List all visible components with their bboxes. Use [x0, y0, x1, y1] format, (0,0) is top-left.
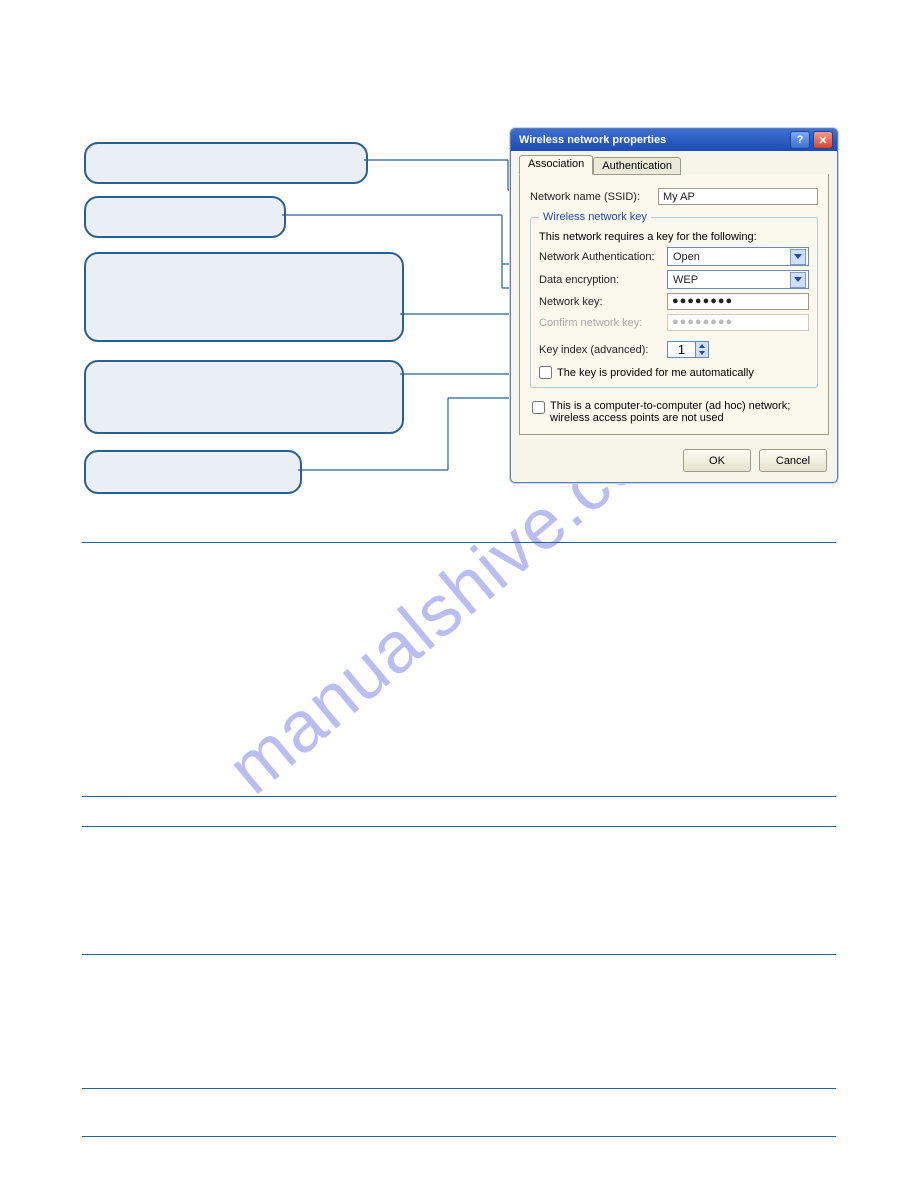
- keyindex-label: Key index (advanced):: [539, 344, 661, 356]
- wkey-legend: Wireless network key: [539, 211, 651, 223]
- key-label: Network key:: [539, 296, 661, 308]
- enc-value: WEP: [673, 274, 698, 286]
- wireless-key-group: Wireless network key This network requir…: [530, 211, 818, 388]
- tab-association[interactable]: Association: [519, 155, 593, 175]
- tab-panel-association: Network name (SSID): Wireless network ke…: [519, 174, 829, 435]
- autokey-checkbox-row: The key is provided for me automatically: [539, 366, 809, 379]
- chevron-down-icon: [790, 272, 806, 288]
- rule-3: [82, 826, 836, 827]
- confirm-label: Confirm network key:: [539, 317, 661, 329]
- key-value: ●●●●●●●●: [672, 295, 733, 307]
- auth-select[interactable]: Open: [667, 247, 809, 266]
- cancel-button[interactable]: Cancel: [759, 449, 827, 472]
- enc-select[interactable]: WEP: [667, 270, 809, 289]
- callout-3: [84, 252, 404, 342]
- rule-6: [82, 1136, 836, 1137]
- callout-2: [84, 196, 286, 238]
- adhoc-checkbox-row: This is a computer-to-computer (ad hoc) …: [532, 400, 816, 424]
- spin-up-icon[interactable]: [696, 342, 708, 350]
- autokey-checkbox[interactable]: [539, 366, 552, 379]
- wireless-properties-dialog: Wireless network properties ? ✕ Associat…: [510, 128, 838, 483]
- callout-5: [84, 450, 302, 494]
- help-icon[interactable]: ?: [790, 131, 810, 149]
- tab-association-label: Association: [528, 158, 584, 170]
- spin-down-icon[interactable]: [696, 350, 708, 358]
- rule-4: [82, 954, 836, 955]
- keyindex-spinner[interactable]: [667, 341, 709, 358]
- callout-4: [84, 360, 404, 434]
- confirm-input: ●●●●●●●●: [667, 314, 809, 331]
- cancel-label: Cancel: [776, 455, 810, 467]
- adhoc-checkbox[interactable]: [532, 401, 545, 414]
- key-input[interactable]: ●●●●●●●●: [667, 293, 809, 310]
- dialog-title: Wireless network properties: [519, 134, 666, 146]
- confirm-value: ●●●●●●●●: [672, 316, 733, 328]
- ssid-label: Network name (SSID):: [530, 191, 652, 203]
- tab-authentication[interactable]: Authentication: [593, 157, 681, 175]
- auth-value: Open: [673, 251, 700, 263]
- ok-label: OK: [709, 455, 725, 467]
- chevron-down-icon: [790, 249, 806, 265]
- rule-1: [82, 542, 836, 543]
- tabs: Association Authentication: [519, 155, 829, 175]
- auth-label: Network Authentication:: [539, 251, 661, 263]
- keyindex-input[interactable]: [667, 341, 695, 358]
- enc-label: Data encryption:: [539, 274, 661, 286]
- rule-5: [82, 1088, 836, 1089]
- rule-2: [82, 796, 836, 797]
- callout-1: [84, 142, 368, 184]
- ssid-input[interactable]: [658, 188, 818, 205]
- dialog-titlebar[interactable]: Wireless network properties ? ✕: [511, 129, 837, 151]
- ok-button[interactable]: OK: [683, 449, 751, 472]
- close-icon[interactable]: ✕: [813, 131, 833, 149]
- wkey-intro: This network requires a key for the foll…: [539, 231, 809, 243]
- tab-authentication-label: Authentication: [602, 160, 672, 172]
- autokey-label: The key is provided for me automatically: [557, 367, 754, 379]
- adhoc-label: This is a computer-to-computer (ad hoc) …: [550, 400, 810, 424]
